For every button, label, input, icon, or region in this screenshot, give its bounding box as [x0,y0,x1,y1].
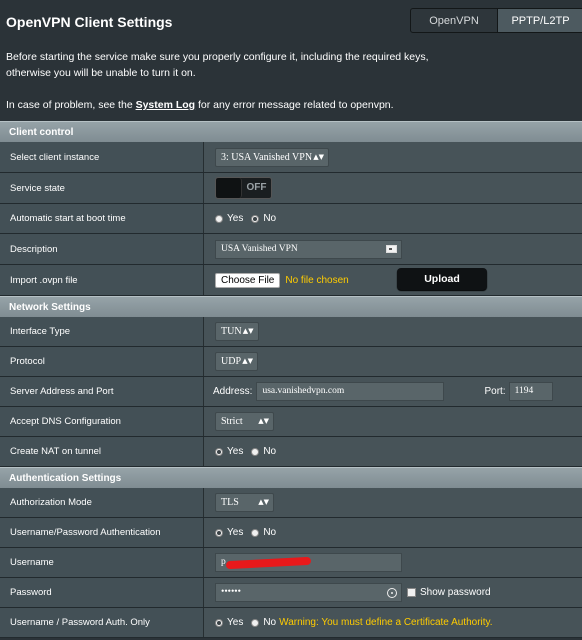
toggle-state-text: OFF [246,182,267,193]
import-label: Import .ovpn file [0,265,204,295]
dns-label: Accept DNS Configuration [0,407,204,436]
server-address-input[interactable]: usa.vanishedvpn.com [256,382,445,401]
select-arrows-icon: ▲▼ [242,327,254,335]
row-interface-type: Interface Type TUN ▲▼ [0,317,582,347]
certificate-warning: Warning: You must define a Certificate A… [279,617,493,628]
row-password: Password •••••• Show password [0,578,582,608]
intro-suffix: for any error message related to openvpn… [195,99,394,111]
nat-label: Create NAT on tunnel [0,437,204,466]
tab-openvpn[interactable]: OpenVPN [410,8,498,33]
dns-select[interactable]: Strict ▲▼ [215,412,274,431]
interface-select[interactable]: TUN ▲▼ [215,322,259,341]
contact-card-icon [386,244,397,253]
row-username: Username p .com [0,548,582,578]
autostart-label: Automatic start at boot time [0,204,204,233]
row-protocol: Protocol UDP ▲▼ [0,347,582,377]
page-title: OpenVPN Client Settings [6,14,173,30]
choose-file-button[interactable]: Choose File [215,272,281,288]
select-instance-label: Select client instance [0,142,204,172]
row-accept-dns: Accept DNS Configuration Strict ▲▼ [0,407,582,437]
authonly-no-radio[interactable]: No [251,617,276,628]
authonly-yes-radio[interactable]: Yes [215,617,243,628]
port-label: Port: [484,386,506,397]
server-label: Server Address and Port [0,377,204,406]
interface-label: Interface Type [0,317,204,346]
autostart-yes-radio[interactable]: Yes [215,213,243,224]
auth-mode-label: Authorization Mode [0,488,204,517]
select-arrows-icon: ▲▼ [258,498,269,506]
userpass-yes-radio[interactable]: Yes [215,527,243,538]
username-input[interactable]: p .com [215,553,402,572]
intro-line-2: otherwise you will be unable to turn it … [6,67,196,79]
port-input[interactable]: 1194 [508,382,553,401]
password-input[interactable]: •••••• [215,583,402,602]
show-password-label: Show password [420,587,491,598]
intro-line-3: In case of problem, see the System Log f… [6,97,394,113]
auth-mode-select[interactable]: TLS ▲▼ [215,493,274,512]
service-state-label: Service state [0,173,204,203]
show-password-checkbox[interactable] [407,588,416,597]
protocol-label: Protocol [0,347,204,376]
toggle-knob [216,178,242,198]
select-arrows-icon: ▲▼ [242,357,254,365]
select-arrows-icon: ▲▼ [258,417,269,425]
autostart-no-radio[interactable]: No [251,213,276,224]
tab-pptp-l2tp[interactable]: PPTP/L2TP [498,8,582,33]
row-autostart: Automatic start at boot time Yes No [0,204,582,234]
select-arrows-icon: ▲▼ [313,152,325,161]
userpass-no-radio[interactable]: No [251,527,276,538]
intro-line-1: Before starting the service make sure yo… [6,51,429,63]
instance-select[interactable]: 3: USA Vanished VPN ▲▼ [215,147,330,167]
description-label: Description [0,234,204,264]
authonly-label: Username / Password Auth. Only [0,608,204,637]
row-server-address: Server Address and Port Address: usa.van… [0,377,582,407]
intro-prefix: In case of problem, see the [6,99,136,111]
row-import-ovpn: Import .ovpn file Choose File No file ch… [0,265,582,296]
section-network-settings: Network Settings [0,296,582,317]
section-client-control: Client control [0,121,582,142]
tab-bar: OpenVPN PPTP/L2TP [410,8,582,33]
row-description: Description USA Vanished VPN [0,234,582,265]
userpass-label: Username/Password Authentication [0,518,204,547]
nat-yes-radio[interactable]: Yes [215,446,243,457]
row-userpass-auth: Username/Password Authentication Yes No [0,518,582,548]
nat-no-radio[interactable]: No [251,446,276,457]
row-auth-mode: Authorization Mode TLS ▲▼ [0,488,582,518]
password-label: Password [0,578,204,607]
top-bar: OpenVPN Client Settings OpenVPN PPTP/L2T… [0,0,582,38]
address-label: Address: [213,386,253,397]
username-label: Username [0,548,204,577]
row-select-instance: Select client instance 3: USA Vanished V… [0,142,582,173]
row-create-nat: Create NAT on tunnel Yes No [0,437,582,467]
description-input[interactable]: USA Vanished VPN [215,239,402,259]
reveal-password-icon[interactable] [387,588,397,598]
system-log-link[interactable]: System Log [136,99,196,111]
protocol-select[interactable]: UDP ▲▼ [215,352,259,371]
service-state-toggle[interactable]: OFF [215,177,272,199]
settings-table: Client control Select client instance 3:… [0,121,582,638]
section-authentication-settings: Authentication Settings [0,467,582,488]
row-auth-only: Username / Password Auth. Only Yes No Wa… [0,608,582,638]
upload-button[interactable]: Upload [397,268,487,290]
no-file-text: No file chosen [285,274,349,286]
row-service-state: Service state OFF [0,173,582,204]
